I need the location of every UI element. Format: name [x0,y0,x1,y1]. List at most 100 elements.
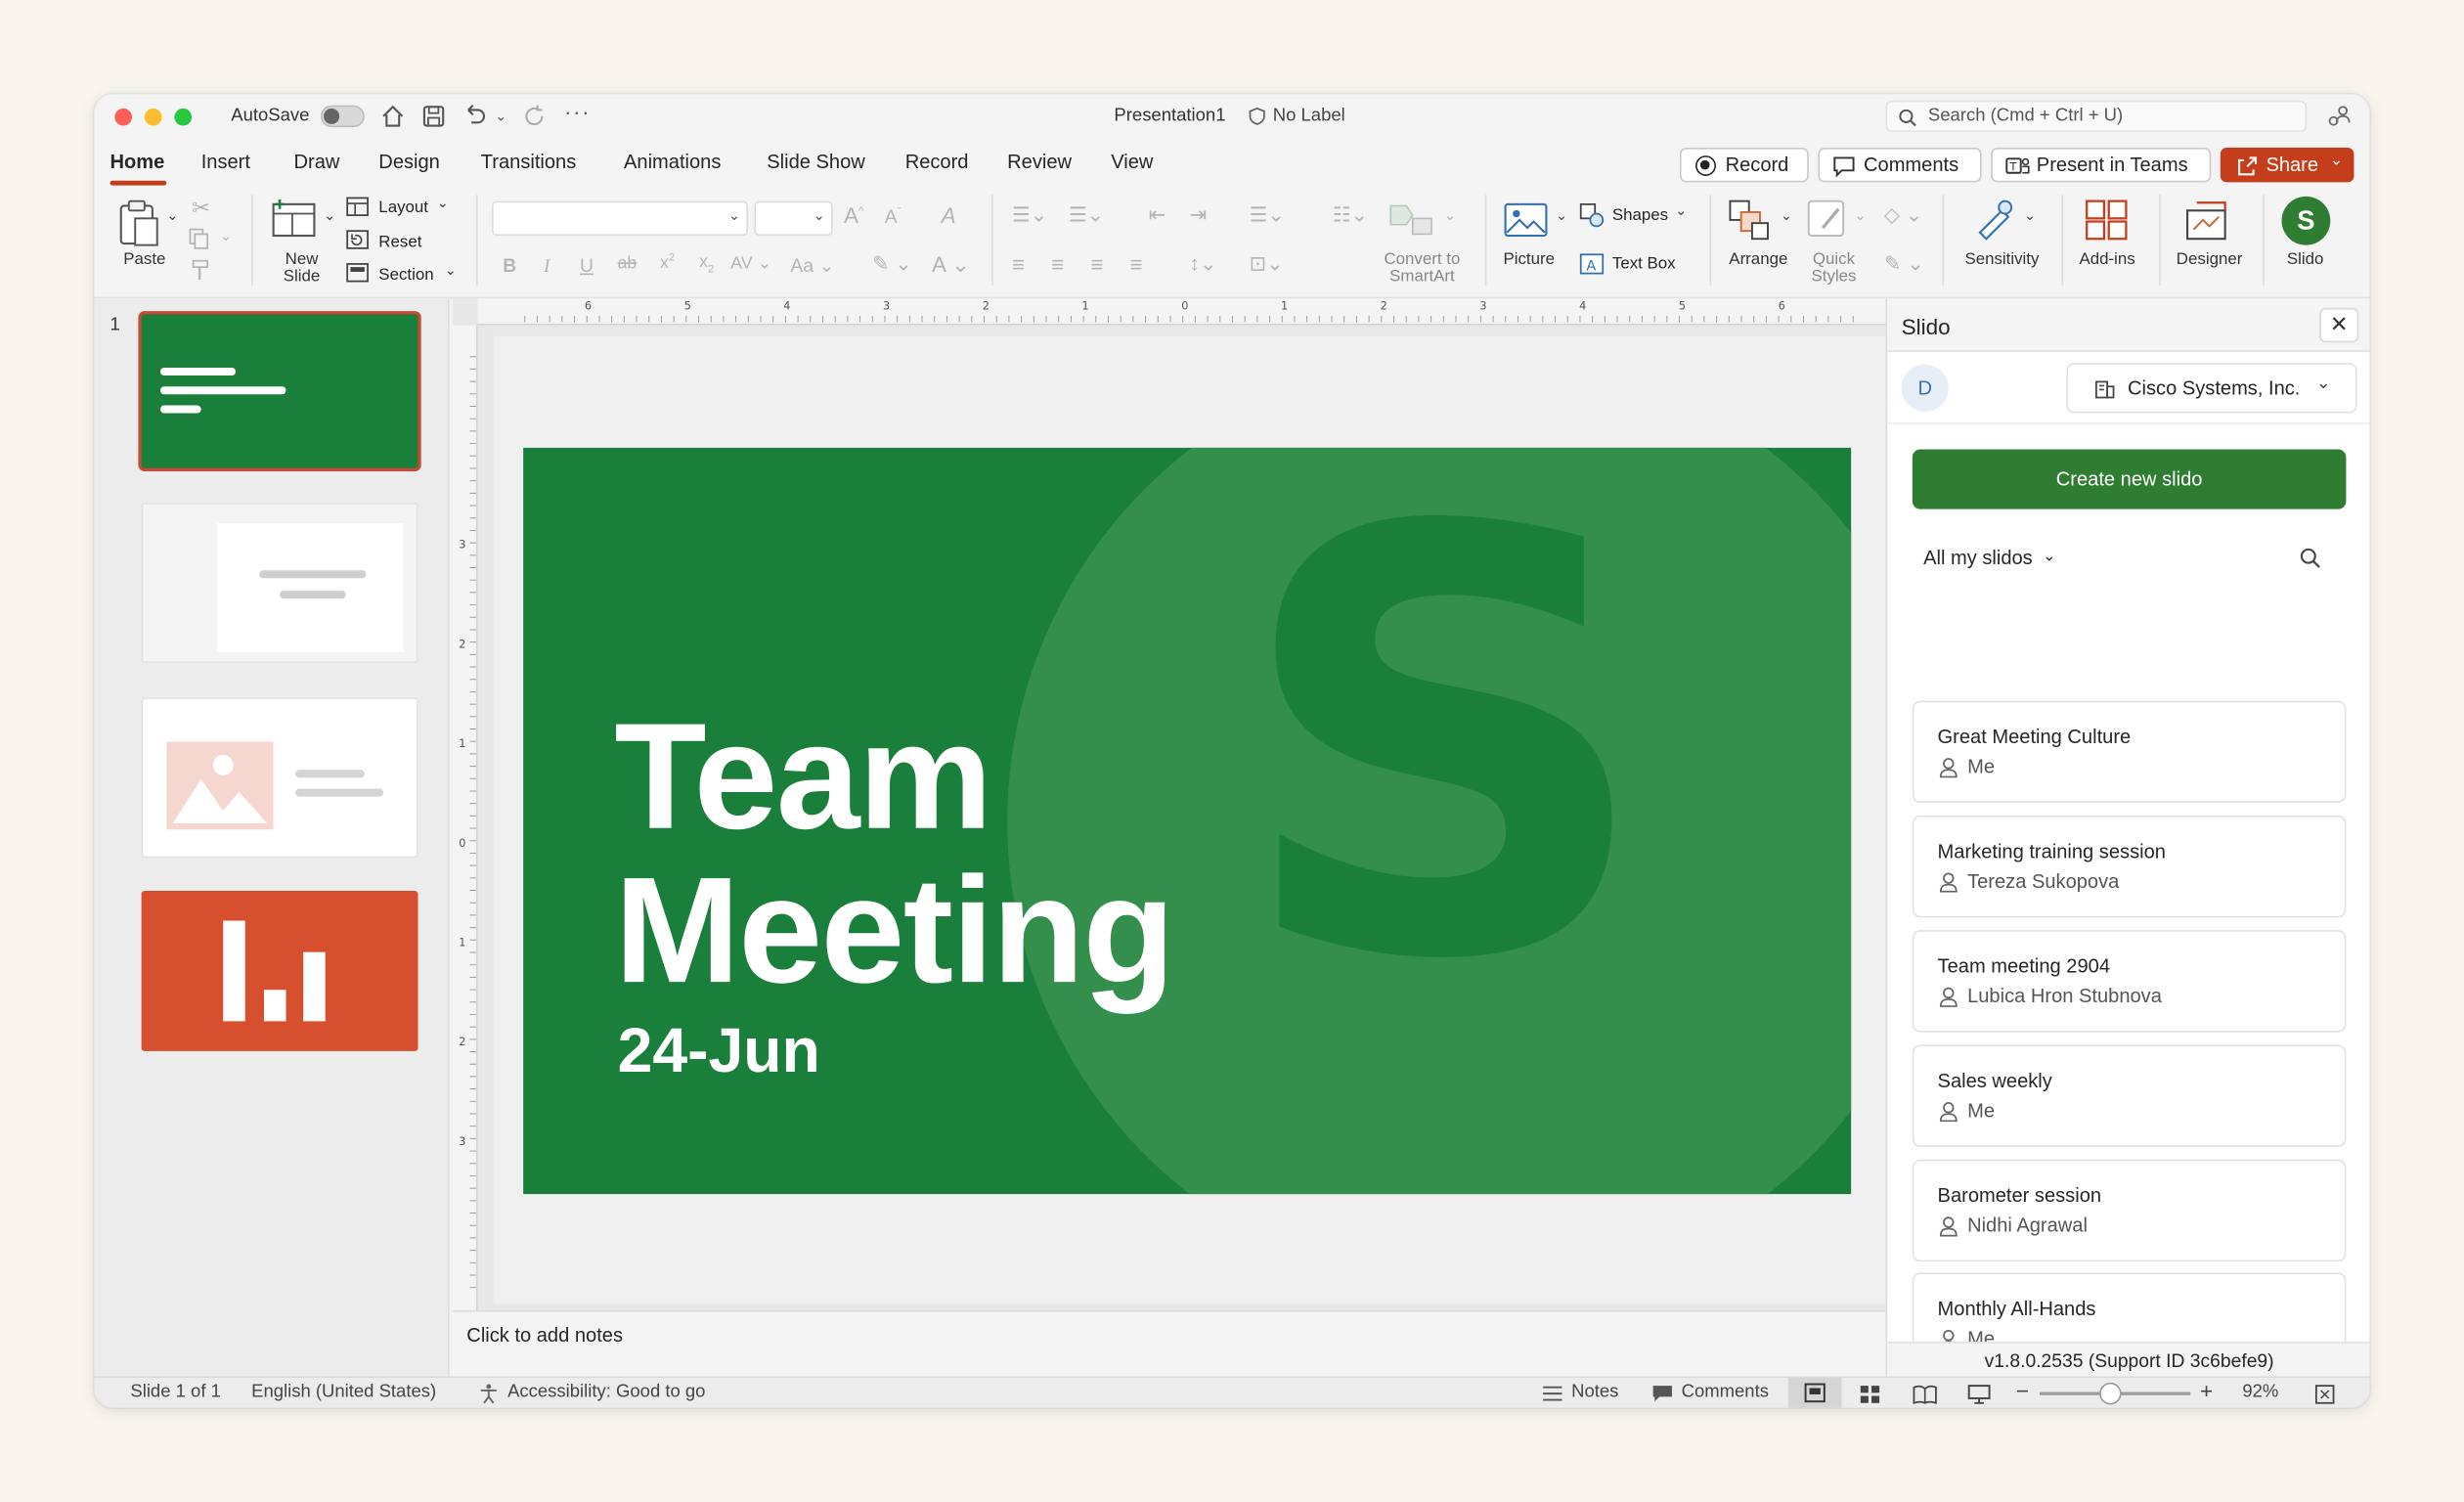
present-in-teams-button[interactable]: T Present in Teams [1991,148,2212,183]
layout-label[interactable]: Layout [378,198,428,216]
numbering-icon[interactable]: ☰⌄ [1069,202,1104,228]
slide-thumbnail-1[interactable] [138,311,421,472]
slido-list-item[interactable]: Marketing training session Tereza Sukopo… [1912,815,2347,918]
reading-view-icon[interactable] [1913,1385,1938,1405]
language-indicator[interactable]: English (United States) [251,1383,436,1401]
save-icon[interactable] [421,104,447,129]
slide-title-line1[interactable]: Team [614,698,992,857]
create-new-slido-button[interactable]: Create new slido [1912,449,2347,509]
slide-layout-thumbnail-image[interactable] [141,697,418,859]
line-spacing-icon[interactable]: ☰⌄ [1250,202,1285,228]
increase-font-size-icon[interactable]: A^ [844,202,863,228]
strikethrough-icon[interactable]: ab [618,254,638,273]
slide-sorter-icon[interactable] [1859,1385,1880,1405]
bold-icon[interactable]: B [503,254,516,276]
search-input[interactable]: Search (Cmd + Ctrl + U) [1885,100,2308,132]
sensitivity-dropdown-icon[interactable]: ⌄ [2024,207,2036,225]
zoom-window-button[interactable] [174,108,193,126]
layout-dropdown-icon[interactable]: ⌄ [437,195,449,212]
zoom-level[interactable]: 92% [2242,1383,2278,1401]
slido-list-item[interactable]: Great Meeting Culture Me [1912,700,2347,804]
tab-review[interactable]: Review [1007,151,1072,172]
decrease-indent-icon[interactable]: ⇤ [1149,202,1166,228]
convert-smartart-dropdown-icon[interactable]: ⌄ [1444,207,1456,225]
font-size-select[interactable]: ⌄ [754,200,833,237]
text-box-label[interactable]: Text Box [1612,254,1676,273]
comments-toggle[interactable]: Comments [1682,1383,1769,1401]
copy-icon[interactable] [189,228,210,249]
slide-layout-thumbnail-chart[interactable] [141,890,418,1051]
section-icon[interactable] [346,262,370,283]
text-box-icon[interactable]: A [1579,251,1605,277]
arrange-dropdown-icon[interactable]: ⌄ [1781,207,1792,225]
character-spacing-icon[interactable]: AV ⌄ [730,253,771,273]
tab-home[interactable]: Home [110,151,164,172]
fit-to-window-icon[interactable] [2314,1385,2335,1405]
columns-icon[interactable]: ☷⌄ [1333,202,1368,228]
normal-view-button[interactable] [1787,1378,1842,1408]
increase-indent-icon[interactable]: ⇥ [1190,202,1208,228]
record-button[interactable]: Record [1679,148,1809,183]
tab-insert[interactable]: Insert [201,151,250,172]
copy-dropdown-icon[interactable]: ⌄ [220,228,232,245]
notes-pane[interactable]: Click to add notes [452,1309,1886,1377]
reset-label[interactable]: Reset [378,233,421,251]
quick-styles-dropdown-icon[interactable]: ⌄ [1854,207,1866,225]
tab-record[interactable]: Record [905,151,969,172]
font-name-select[interactable]: ⌄ [492,200,748,237]
sensitivity-label[interactable]: No Label [1273,107,1345,125]
picture-icon[interactable] [1504,201,1548,240]
layout-icon[interactable] [346,197,370,217]
tab-animations[interactable]: Animations [624,151,721,172]
notes-icon[interactable] [1542,1386,1563,1403]
paste-icon[interactable] [116,198,163,247]
redo-icon[interactable] [522,104,548,129]
slide-title-line2[interactable]: Meeting [614,853,1174,1010]
cut-icon[interactable]: ✂ [192,195,210,221]
account-share-icon[interactable] [2327,104,2353,129]
tab-view[interactable]: View [1111,151,1153,172]
justify-icon[interactable]: ≡ [1130,251,1143,277]
section-label[interactable]: Section [378,266,433,285]
paste-dropdown-icon[interactable]: ⌄ [166,207,178,225]
add-ins-icon[interactable] [2084,198,2131,242]
zoom-slider-handle[interactable] [2099,1382,2122,1405]
minimize-window-button[interactable] [144,108,162,126]
tab-transitions[interactable]: Transitions [481,151,577,172]
align-left-icon[interactable]: ≡ [1012,251,1025,277]
zoom-out-icon[interactable]: − [2016,1378,2029,1403]
slide-show-icon[interactable] [1967,1385,1991,1405]
convert-to-smartart-icon[interactable] [1387,199,1434,238]
text-direction-icon[interactable]: ↕⌄ [1190,251,1217,277]
current-slide[interactable]: S Team Meeting 24-Jun [523,447,1852,1195]
notes-toggle[interactable]: Notes [1571,1383,1618,1401]
font-color-icon[interactable]: A ⌄ [932,251,970,278]
tab-slide-show[interactable]: Slide Show [767,151,865,172]
designer-icon[interactable] [2184,198,2231,242]
italic-icon[interactable]: I [544,254,550,278]
comments-status-icon[interactable] [1651,1385,1673,1403]
superscript-icon[interactable]: x2 [660,253,675,273]
slido-list-item[interactable]: Sales weekly Me [1912,1044,2347,1147]
arrange-icon[interactable] [1729,199,1773,241]
tab-design[interactable]: Design [378,151,440,172]
comments-button[interactable]: Comments [1818,148,1982,183]
home-icon[interactable] [380,104,406,129]
accessibility-icon[interactable] [478,1383,500,1404]
shapes-dropdown-icon[interactable]: ⌄ [1675,202,1687,220]
align-center-icon[interactable]: ≡ [1051,251,1064,277]
slido-list-item[interactable]: Team meeting 2904 Lubica Hron Stubnova [1912,930,2347,1033]
sensitivity-icon[interactable] [1974,198,2021,242]
underline-icon[interactable]: U [580,254,594,276]
highlight-icon[interactable]: ✎ ⌄ [872,251,912,277]
undo-dropdown-chevron-icon[interactable]: ⌄ [495,104,506,129]
shape-outline-icon[interactable]: ✎ ⌄ [1884,251,1924,277]
picture-dropdown-icon[interactable]: ⌄ [1556,207,1567,225]
autosave-toggle[interactable] [320,105,365,128]
slido-icon[interactable]: S [2281,196,2331,245]
close-panel-button[interactable]: ✕ [2319,307,2359,343]
slido-search-icon[interactable] [2299,547,2320,568]
align-text-icon[interactable]: ⊡⌄ [1250,251,1284,277]
slido-list-item[interactable]: Barometer session Nidhi Agrawal [1912,1159,2347,1262]
new-slide-icon[interactable] [270,198,317,242]
